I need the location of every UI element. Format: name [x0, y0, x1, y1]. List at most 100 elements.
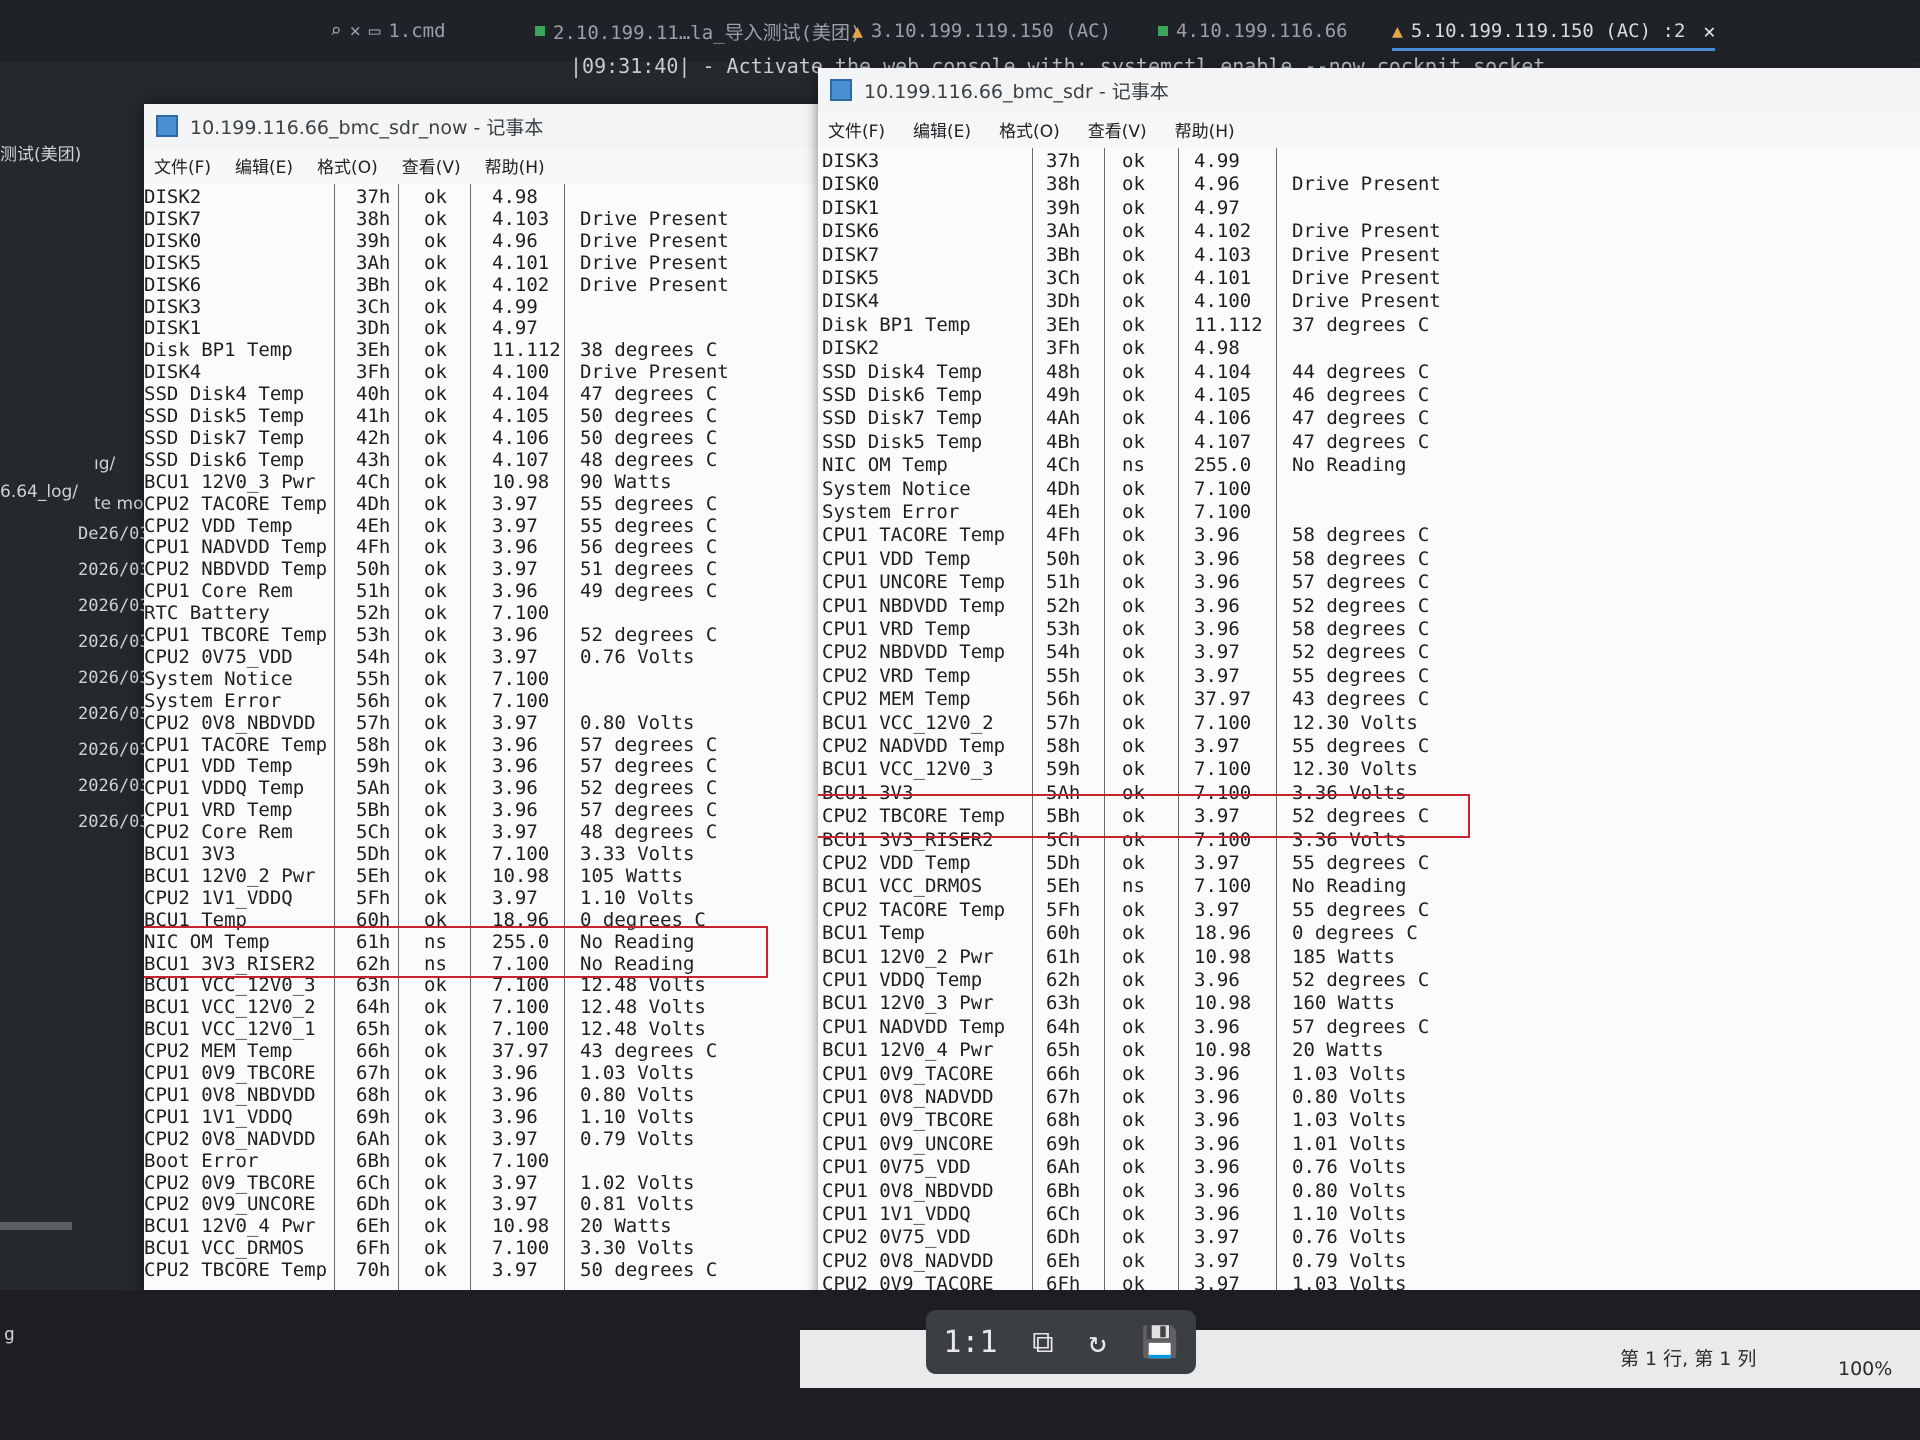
- actual-size-icon[interactable]: 1:1: [943, 1325, 997, 1360]
- scrollbar[interactable]: [0, 1222, 72, 1230]
- menu-help[interactable]: 帮助(H): [485, 153, 545, 178]
- sensor-reading: Drive Present: [1292, 220, 1441, 243]
- sensor-name: CPU1 TACORE Temp: [144, 733, 328, 756]
- menu-edit[interactable]: 编辑(E): [235, 153, 293, 178]
- text-area[interactable]: DISK2 37h ok 4.98 DISK7 38h ok 4.103 Drive Prese…: [144, 184, 824, 1290]
- menu-format[interactable]: 格式(O): [317, 153, 378, 178]
- sensor-id: 4Fh: [1046, 524, 1081, 547]
- sensor-id: 4Bh: [1046, 430, 1081, 453]
- sensor-id: 6Bh: [1046, 1179, 1081, 1202]
- sensor-id: 38h: [1046, 173, 1081, 196]
- sensor-id: 60h: [1046, 922, 1081, 945]
- sensor-name: CPU2 0V9_TBCORE: [144, 1171, 316, 1194]
- window-title-bar[interactable]: 10.199.116.66_bmc_sdr_now - 记事本: [144, 104, 824, 148]
- sensor-entity: 7.100: [1194, 758, 1252, 781]
- sensor-entity: 3.96: [1194, 1156, 1240, 1179]
- menu-view[interactable]: 查看(V): [1088, 117, 1147, 142]
- sensor-name: System Notice: [822, 477, 971, 500]
- sensor-reading: 0.76 Volts: [1292, 1156, 1407, 1179]
- cursor-position: 第 1 行, 第 1 列: [1620, 1348, 1757, 1370]
- sensor-entity: 3.97: [492, 821, 538, 844]
- sensor-id: 56h: [356, 689, 391, 712]
- sensor-id: 3Fh: [356, 361, 391, 384]
- sensor-name: CPU2 TBCORE Temp: [144, 1259, 328, 1282]
- sensor-reading: 50 degrees C: [580, 1259, 718, 1282]
- sensor-entity: 4.104: [492, 383, 550, 406]
- sensor-entity: 3.96: [1194, 1109, 1240, 1132]
- sensor-name: CPU2 VDD Temp: [144, 514, 293, 537]
- sensor-status: ok: [1122, 1249, 1145, 1272]
- sensor-id: 5Fh: [356, 886, 391, 909]
- sensor-name: SSD Disk4 Temp: [822, 360, 983, 383]
- sensor-reading: 56 degrees C: [580, 536, 718, 559]
- sensor-id: 65h: [356, 1018, 391, 1041]
- sensor-status: ok: [424, 1127, 447, 1150]
- menu-help[interactable]: 帮助(H): [1175, 117, 1235, 142]
- menu-file[interactable]: 文件(F): [154, 153, 211, 178]
- sensor-name: CPU1 Core Rem: [144, 580, 293, 603]
- sensor-id: 39h: [356, 229, 391, 252]
- close-icon[interactable]: ×: [349, 20, 360, 42]
- menu-file[interactable]: 文件(F): [828, 117, 885, 142]
- highlight-box-riser2: [818, 794, 1470, 838]
- file-date: 2026/03: [78, 632, 150, 652]
- sensor-id: 6Ch: [1046, 1203, 1081, 1225]
- sensor-name: BCU1 VCC_DRMOS: [822, 875, 983, 898]
- rotate-icon[interactable]: ↻: [1088, 1325, 1106, 1360]
- window-title-bar[interactable]: 10.199.116.66_bmc_sdr - 记事本: [818, 68, 1920, 112]
- sensor-id: 3Fh: [1046, 337, 1081, 360]
- sensor-entity: 4.103: [492, 207, 550, 230]
- sensor-status: ok: [424, 186, 447, 208]
- terminal-tab-bar: ⌕ × ▭ 1.cmd 2.10.199.11…la_导入测试(美团) ▲ 3.1…: [0, 0, 1920, 62]
- menu-edit[interactable]: 编辑(E): [913, 117, 971, 142]
- sensor-status: ok: [1122, 501, 1145, 523]
- sensor-status: ok: [1122, 290, 1145, 313]
- sensor-reading: 1.10 Volts: [580, 1105, 695, 1128]
- sensor-name: SSD Disk6 Temp: [822, 384, 983, 406]
- sensor-status: ok: [1122, 360, 1145, 383]
- save-icon[interactable]: 💾: [1141, 1325, 1178, 1360]
- sensor-id: 4Fh: [356, 536, 391, 559]
- sensor-entity: 3.97: [1194, 898, 1240, 921]
- tab-label: 2.10.199.11…la_导入测试(美团): [553, 21, 862, 44]
- sensor-status: ok: [424, 514, 447, 537]
- terminal-tab-5[interactable]: ▲ 5.10.199.119.150 (AC) :2 ✕: [1392, 14, 1716, 51]
- sensor-status: ok: [1122, 547, 1145, 570]
- sensor-id: 52h: [356, 602, 391, 625]
- sensor-entity: 7.100: [492, 689, 550, 712]
- tab-label: 4.10.199.116.66: [1176, 20, 1348, 42]
- sensor-entity: 4.107: [492, 448, 550, 471]
- close-icon[interactable]: ✕: [1703, 19, 1715, 43]
- text-area[interactable]: DISK3 37h ok 4.99 DISK0 38h ok 4.96 Drive Presen…: [818, 148, 1920, 1330]
- sensor-status: ok: [424, 821, 447, 844]
- sensor-entity: 3.97: [492, 1193, 538, 1216]
- sensor-id: 5Ah: [356, 777, 391, 800]
- sensor-entity: 3.96: [492, 580, 538, 603]
- sensor-entity: 4.97: [492, 317, 538, 340]
- sensor-entity: 3.97: [1194, 735, 1240, 757]
- terminal-tab-3[interactable]: ▲ 3.10.199.119.150 (AC): [852, 14, 1111, 48]
- fit-window-icon[interactable]: ⧉: [1032, 1325, 1053, 1360]
- sensor-name: BCU1 VCC_12V0_2: [144, 996, 316, 1019]
- sensor-status: ok: [424, 886, 447, 909]
- sensor-id: 55h: [1046, 664, 1081, 687]
- sensor-entity: 4.103: [1194, 243, 1252, 266]
- sensor-entity: 255.0: [1194, 454, 1252, 477]
- sensor-entity: 4.98: [1194, 337, 1240, 360]
- terminal-tab-4[interactable]: 4.10.199.116.66: [1158, 14, 1348, 48]
- sensor-id: 63h: [1046, 992, 1081, 1015]
- sensor-reading: 1.03 Volts: [580, 1062, 695, 1084]
- sensor-id: 5Fh: [1046, 898, 1081, 921]
- terminal-tab-1[interactable]: ⌕ × ▭ 1.cmd: [330, 14, 446, 48]
- sensor-name: SSD Disk4 Temp: [144, 383, 305, 406]
- menu-format[interactable]: 格式(O): [999, 117, 1060, 142]
- highlight-box-riser2: [144, 926, 768, 978]
- sensor-reading: 48 degrees C: [580, 821, 718, 844]
- sensor-status: ok: [424, 536, 447, 559]
- sensor-status: ok: [424, 1171, 447, 1194]
- menu-view[interactable]: 查看(V): [402, 153, 461, 178]
- sensor-id: 61h: [1046, 945, 1081, 968]
- sensor-name: SSD Disk6 Temp: [144, 448, 305, 471]
- terminal-tab-2[interactable]: 2.10.199.11…la_导入测试(美团): [535, 14, 861, 48]
- sensor-status: ok: [1122, 313, 1145, 336]
